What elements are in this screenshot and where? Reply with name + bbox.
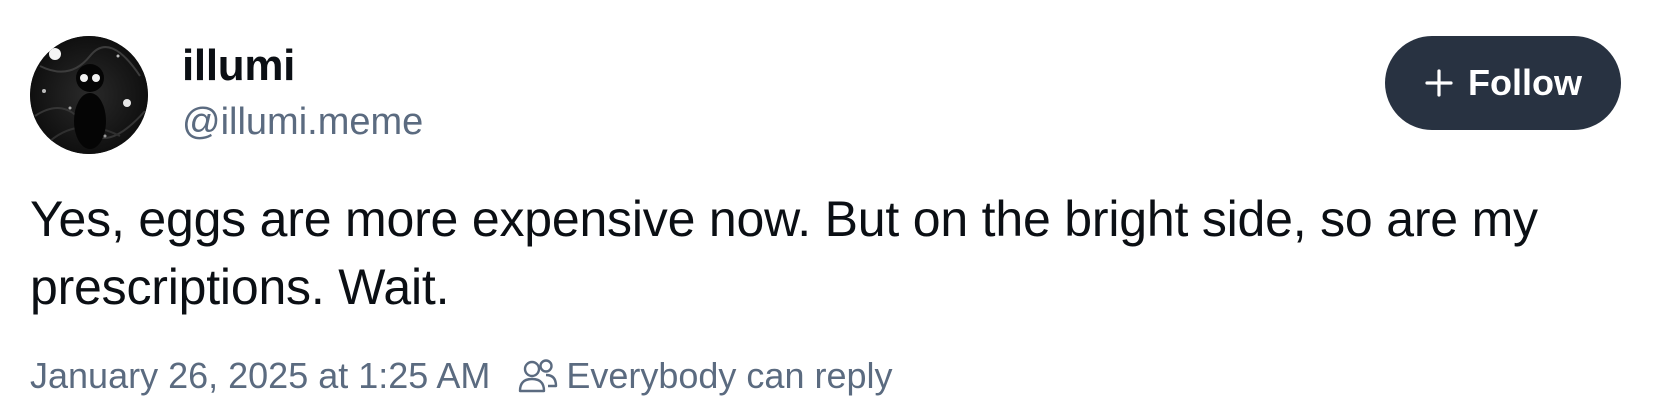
reply-setting-label: Everybody can reply — [566, 355, 893, 396]
avatar[interactable] — [30, 36, 148, 154]
plus-icon — [1424, 68, 1454, 98]
reply-setting[interactable]: Everybody can reply — [518, 354, 893, 398]
avatar-image — [30, 36, 148, 154]
people-icon — [518, 358, 558, 394]
post-meta: January 26, 2025 at 1:25 AM Everybody ca… — [30, 354, 893, 398]
author-handle[interactable]: @illumi.meme — [182, 99, 423, 145]
post-card: illumi @illumi.meme Follow Yes, eggs are… — [0, 0, 1654, 416]
post-text: Yes, eggs are more expensive now. But on… — [30, 191, 1538, 315]
post-timestamp[interactable]: January 26, 2025 at 1:25 AM — [30, 354, 490, 398]
follow-button-label: Follow — [1468, 62, 1582, 103]
author-display-name[interactable]: illumi — [182, 40, 295, 92]
follow-button[interactable]: Follow — [1385, 36, 1621, 130]
